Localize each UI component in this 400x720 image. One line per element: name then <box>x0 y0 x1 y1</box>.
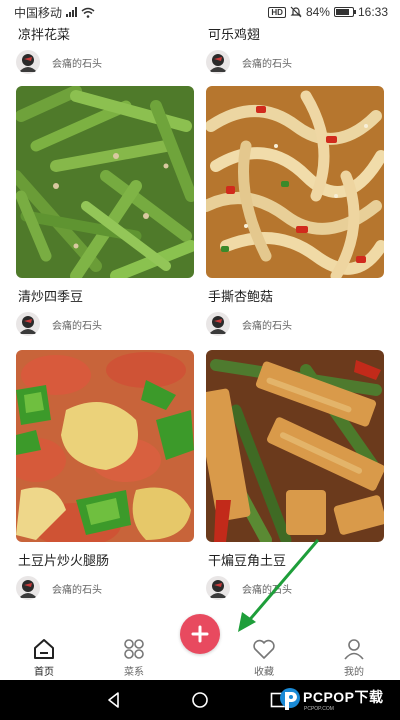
author-name: 会痛的石头 <box>52 584 102 596</box>
nav-label-category: 菜系 <box>124 667 144 678</box>
author-name: 会痛的石头 <box>242 584 292 596</box>
potato-ham-sausage-stir-fry-photo <box>16 350 194 542</box>
nav-label-home: 首页 <box>34 667 54 678</box>
author-avatar <box>16 312 40 336</box>
nav-label-favorites: 收藏 <box>254 667 274 678</box>
author-avatar <box>206 50 230 74</box>
status-right: HD 84% 16:33 <box>268 5 388 19</box>
home-icon <box>34 639 54 659</box>
category-grid-icon <box>124 639 144 659</box>
nav-item-favorites[interactable]: 收藏 <box>234 632 294 680</box>
author-name: 会痛的石头 <box>52 320 102 332</box>
watermark-logo-icon <box>280 688 300 710</box>
dry-fried-beans-potato-photo <box>206 350 384 542</box>
shredded-king-oyster-mushroom-photo <box>206 86 384 278</box>
recipe-card[interactable]: 手撕杏鲍菇 会痛的石头 <box>206 86 386 336</box>
recipe-grid: 凉拌花菜 会痛的石头 可乐鸡翅 会痛的石头 清炒四季豆 会痛的石头 手撕杏鲍菇 … <box>0 24 400 632</box>
clock: 16:33 <box>357 5 388 19</box>
add-recipe-button[interactable] <box>180 614 220 654</box>
watermark: PCPOP下载 PCPOP.COM <box>276 682 400 718</box>
author-row: 会痛的石头 <box>206 312 386 336</box>
stir-fried-green-beans-photo <box>16 86 194 278</box>
nav-label-profile: 我的 <box>344 667 364 678</box>
author-avatar <box>206 312 230 336</box>
plus-icon <box>191 625 209 643</box>
author-row: 会痛的石头 <box>16 312 196 336</box>
watermark-text: PCPOP下载 <box>303 689 384 705</box>
author-name: 会痛的石头 <box>242 58 292 70</box>
author-avatar <box>16 576 40 600</box>
recipe-title: 干煸豆角土豆 <box>208 553 287 568</box>
nav-item-category[interactable]: 菜系 <box>104 632 164 680</box>
mute-bell-icon <box>290 6 302 18</box>
recipe-title: 手撕杏鲍菇 <box>208 289 274 304</box>
author-avatar <box>16 50 40 74</box>
nav-item-home[interactable]: 首页 <box>14 632 74 680</box>
carrier-name: 中国移动 <box>14 5 63 20</box>
author-name: 会痛的石头 <box>242 320 292 332</box>
wifi-icon <box>81 7 95 18</box>
nav-item-profile[interactable]: 我的 <box>324 632 384 680</box>
status-left: 中国移动 <box>14 4 95 21</box>
home-circle-icon[interactable] <box>190 690 210 710</box>
recipe-title: 可乐鸡翅 <box>208 27 261 42</box>
recipe-card[interactable]: 可乐鸡翅 会痛的石头 <box>206 24 386 74</box>
author-row: 会痛的石头 <box>16 576 196 600</box>
author-row: 会痛的石头 <box>206 50 386 74</box>
hd-badge: HD <box>268 6 286 18</box>
status-bar: 中国移动 HD 84% 16:33 <box>0 0 400 24</box>
author-name: 会痛的石头 <box>52 58 102 70</box>
person-icon <box>344 639 364 660</box>
recipe-card[interactable]: 清炒四季豆 会痛的石头 <box>16 86 196 336</box>
battery-icon <box>333 7 356 17</box>
battery-percent: 84% <box>305 5 330 19</box>
recipe-title: 清炒四季豆 <box>18 289 84 304</box>
recipe-card[interactable]: 凉拌花菜 会痛的石头 <box>16 24 196 74</box>
recipe-card[interactable]: 干煸豆角土豆 会痛的石头 <box>206 350 386 600</box>
back-icon[interactable] <box>104 690 124 710</box>
signal-icon <box>66 7 78 17</box>
author-avatar <box>206 576 230 600</box>
recipe-title: 凉拌花菜 <box>18 27 71 42</box>
watermark-subtext: PCPOP.COM <box>304 706 334 712</box>
heart-icon <box>253 639 275 659</box>
author-row: 会痛的石头 <box>16 50 196 74</box>
recipe-title: 土豆片炒火腿肠 <box>18 553 110 568</box>
recipe-card[interactable]: 土豆片炒火腿肠 会痛的石头 <box>16 350 196 600</box>
author-row: 会痛的石头 <box>206 576 386 600</box>
battery-fill <box>335 9 350 15</box>
